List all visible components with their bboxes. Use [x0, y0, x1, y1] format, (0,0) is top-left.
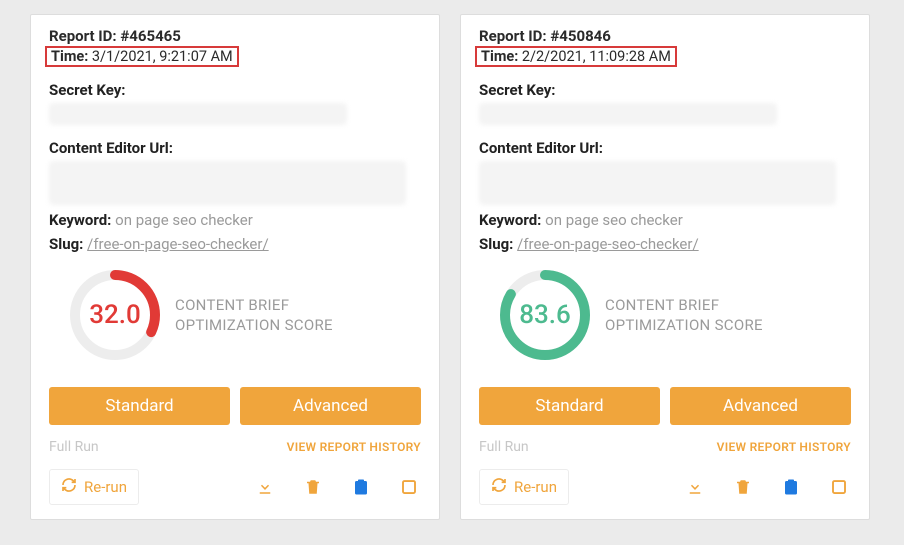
delete-button[interactable] [731, 478, 755, 496]
score-value: 83.6 [497, 267, 593, 363]
view-report-history-link[interactable]: VIEW REPORT HISTORY [287, 440, 421, 454]
secret-key-value-redacted [49, 103, 347, 125]
advanced-button[interactable]: Advanced [240, 387, 421, 425]
download-button[interactable] [253, 478, 277, 496]
report-id: Report ID: #465465 [49, 27, 421, 45]
slug-row: Slug: /free-on-page-seo-checker/ [479, 235, 851, 253]
standard-button[interactable]: Standard [49, 387, 230, 425]
report-card: Report ID: #450846 Time: 2/2/2021, 11:09… [460, 14, 870, 520]
standard-button[interactable]: Standard [479, 387, 660, 425]
checkbox-button[interactable] [827, 478, 851, 496]
score-widget: 32.0 CONTENT BRIEF OPTIMIZATION SCORE [67, 267, 421, 363]
content-editor-url-label: Content Editor Url: [49, 139, 421, 157]
score-gauge: 32.0 [67, 267, 163, 363]
rerun-button[interactable]: Re-run [49, 469, 139, 505]
keyword-row: Keyword: on page seo checker [479, 211, 851, 229]
full-run-label: Full Run [479, 439, 529, 455]
slug-row: Slug: /free-on-page-seo-checker/ [49, 235, 421, 253]
full-run-label: Full Run [49, 439, 99, 455]
score-label: CONTENT BRIEF OPTIMIZATION SCORE [175, 295, 333, 336]
score-gauge: 83.6 [497, 267, 593, 363]
content-editor-url-value-redacted [49, 161, 406, 205]
download-button[interactable] [683, 478, 707, 496]
clipboard-button[interactable] [349, 478, 373, 496]
time-highlight: Time: 2/2/2021, 11:09:28 AM [479, 45, 851, 67]
secret-key-label: Secret Key: [479, 81, 851, 99]
secret-key-label: Secret Key: [49, 81, 421, 99]
secret-key-value-redacted [479, 103, 777, 125]
content-editor-url-value-redacted [479, 161, 836, 205]
score-value: 32.0 [67, 267, 163, 363]
checkbox-button[interactable] [397, 478, 421, 496]
report-card: Report ID: #465465 Time: 3/1/2021, 9:21:… [30, 14, 440, 520]
content-editor-url-label: Content Editor Url: [479, 139, 851, 157]
score-label: CONTENT BRIEF OPTIMIZATION SCORE [605, 295, 763, 336]
view-report-history-link[interactable]: VIEW REPORT HISTORY [717, 440, 851, 454]
score-widget: 83.6 CONTENT BRIEF OPTIMIZATION SCORE [497, 267, 851, 363]
slug-link[interactable]: /free-on-page-seo-checker/ [517, 235, 699, 253]
delete-button[interactable] [301, 478, 325, 496]
keyword-row: Keyword: on page seo checker [49, 211, 421, 229]
report-id: Report ID: #450846 [479, 27, 851, 45]
refresh-icon [491, 477, 507, 497]
clipboard-button[interactable] [779, 478, 803, 496]
advanced-button[interactable]: Advanced [670, 387, 851, 425]
time-highlight: Time: 3/1/2021, 9:21:07 AM [49, 45, 421, 67]
rerun-button[interactable]: Re-run [479, 469, 569, 505]
refresh-icon [61, 477, 77, 497]
slug-link[interactable]: /free-on-page-seo-checker/ [87, 235, 269, 253]
